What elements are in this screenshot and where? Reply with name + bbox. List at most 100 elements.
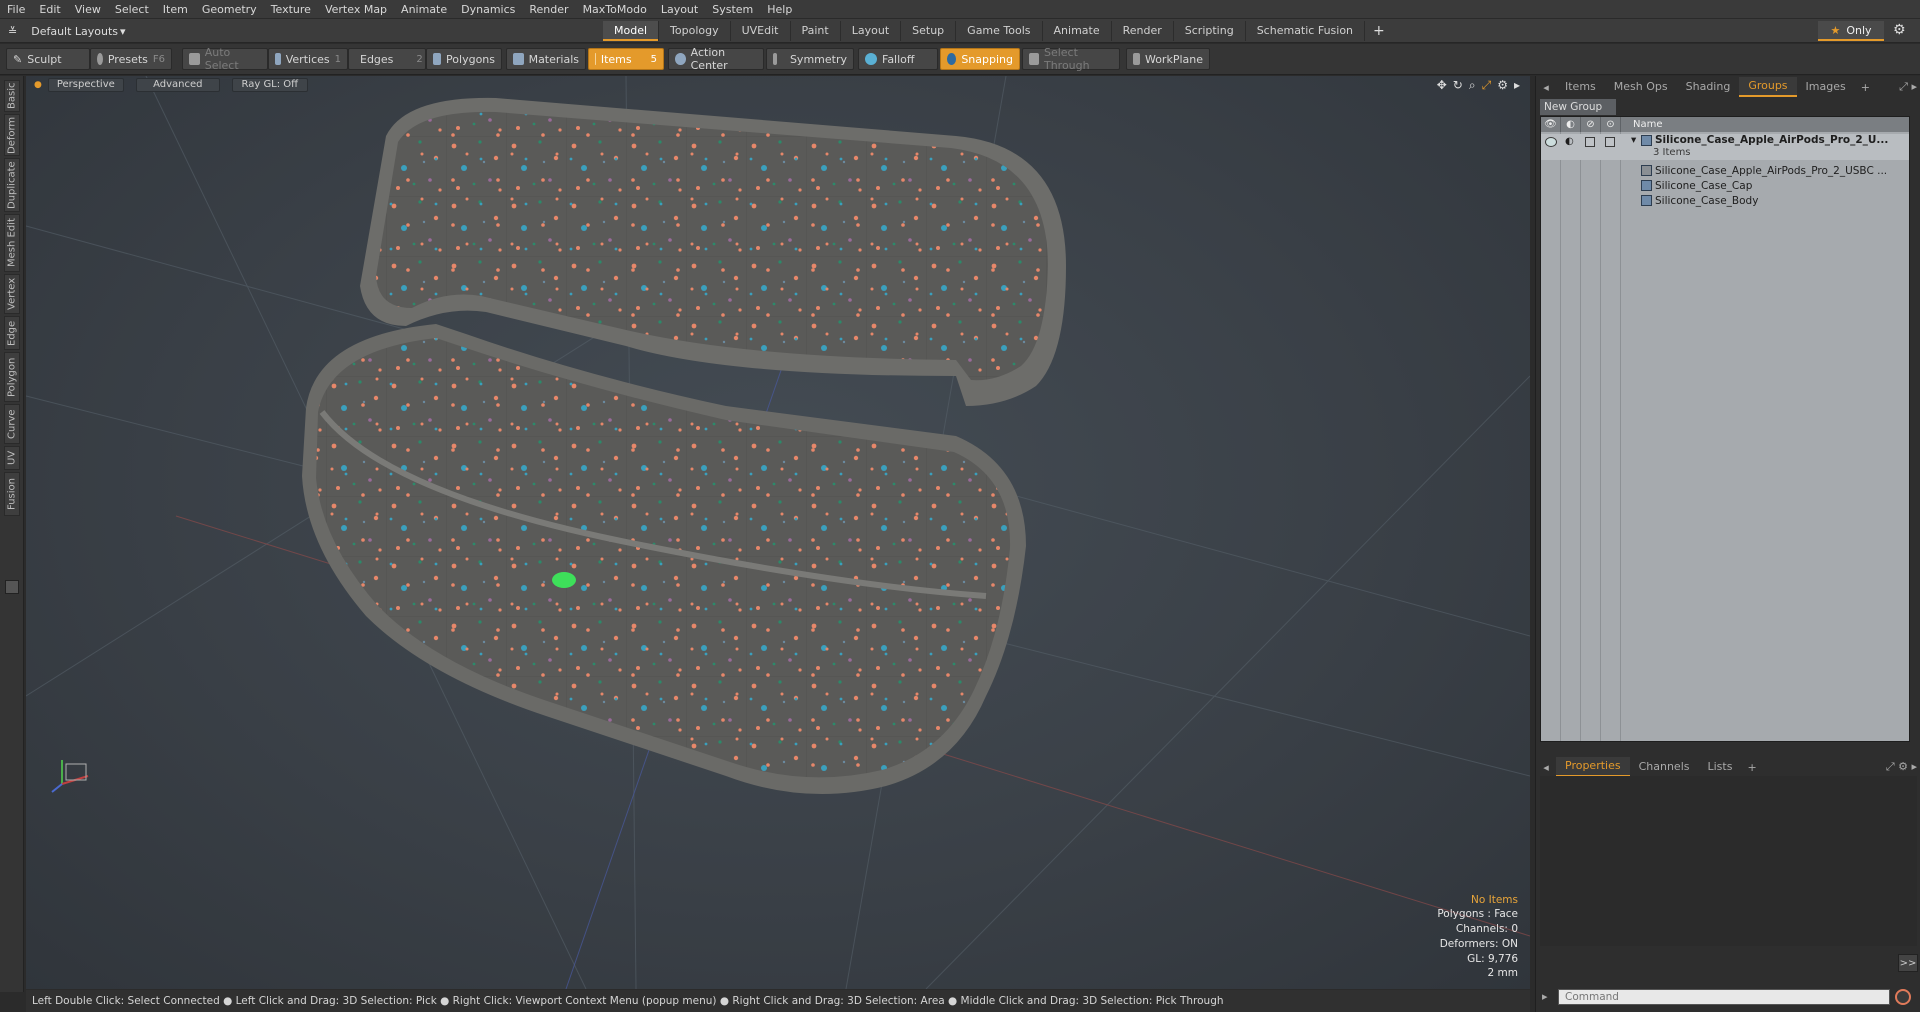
tab-properties[interactable]: Properties — [1556, 757, 1630, 777]
tab-mesh-ops[interactable]: Mesh Ops — [1605, 78, 1677, 96]
tab-groups[interactable]: Groups — [1739, 77, 1797, 97]
viewport-expand-icon[interactable]: ▸ — [1514, 78, 1520, 93]
tab-channels[interactable]: Channels — [1630, 758, 1699, 776]
move-view-icon[interactable]: ✥ — [1437, 78, 1447, 93]
add-properties-tab-icon[interactable]: + — [1741, 761, 1762, 774]
tab-fusion[interactable]: Fusion — [4, 472, 20, 516]
tab-game-tools[interactable]: Game Tools — [956, 21, 1043, 41]
properties-settings-icon[interactable]: ⤢ ⚙ ▸ — [1886, 760, 1920, 774]
tab-model[interactable]: Model — [603, 21, 660, 41]
group-item-count: 3 Items — [1653, 147, 1691, 158]
select-checkbox[interactable] — [1605, 137, 1615, 147]
items-button[interactable]: Items 5 — [588, 48, 664, 70]
fit-view-icon[interactable]: ⤢ — [1482, 78, 1492, 93]
tab-curve[interactable]: Curve — [4, 404, 20, 444]
status-bar: Left Double Click: Select Connected ● Le… — [26, 990, 1530, 1012]
tab-topology[interactable]: Topology — [659, 21, 731, 41]
command-run-button[interactable] — [1895, 989, 1911, 1005]
gear-icon[interactable]: ⚙ — [1893, 22, 1906, 38]
shading-advanced-button[interactable]: Advanced — [135, 78, 220, 92]
presets-button[interactable]: Presets F6 — [90, 48, 172, 70]
layouts-dropdown[interactable]: ≚ Default Layouts ▾ — [8, 22, 126, 40]
tree-row-group[interactable]: ◐ ▾ Silicone_Case_Apple_AirPods_Pro_2_U.… — [1541, 134, 1909, 160]
snapping-button[interactable]: Snapping — [940, 48, 1020, 70]
only-button[interactable]: ★ Only — [1818, 21, 1884, 41]
viewport-menu-dot[interactable]: ● — [34, 80, 42, 90]
tab-items[interactable]: Items — [1556, 78, 1605, 96]
panel-expand-icon[interactable]: ⤢ ▸ — [1899, 80, 1920, 94]
tab-deform[interactable]: Deform — [4, 114, 20, 156]
tab-basic[interactable]: Basic — [4, 80, 20, 112]
items-label: Items — [600, 52, 632, 66]
falloff-button[interactable]: Falloff — [858, 48, 938, 70]
tab-uvedit[interactable]: UVEdit — [731, 21, 791, 41]
tree-row-item[interactable]: Silicone_Case_Body — [1541, 193, 1909, 208]
tab-shading[interactable]: Shading — [1677, 78, 1740, 96]
action-center-button[interactable]: Action Center — [668, 46, 764, 72]
menu-file[interactable]: File — [0, 0, 32, 19]
auto-select-button[interactable]: Auto Select — [182, 46, 268, 72]
sculpt-button[interactable]: ✎ Sculpt — [6, 48, 90, 70]
tab-animate[interactable]: Animate — [1043, 21, 1112, 41]
menu-edit[interactable]: Edit — [32, 0, 67, 19]
menu-texture[interactable]: Texture — [264, 0, 318, 19]
tab-polygon[interactable]: Polygon — [4, 352, 20, 402]
expand-button[interactable]: >> — [1898, 954, 1918, 972]
tree-row-item[interactable]: Silicone_Case_Apple_AirPods_Pro_2_USBC .… — [1541, 163, 1909, 178]
menu-item[interactable]: Item — [156, 0, 195, 19]
properties-menu-icon[interactable]: ◂ — [1536, 761, 1556, 774]
menu-dynamics[interactable]: Dynamics — [454, 0, 522, 19]
group-expand-icon[interactable]: ▾ — [1631, 134, 1636, 146]
menu-geometry[interactable]: Geometry — [195, 0, 264, 19]
tab-lists[interactable]: Lists — [1699, 758, 1742, 776]
menu-help[interactable]: Help — [760, 0, 799, 19]
symmetry-button[interactable]: Symmetry — [766, 48, 854, 70]
panel-toggle-button[interactable] — [5, 580, 19, 594]
tree-row-item[interactable]: Silicone_Case_Cap — [1541, 178, 1909, 193]
add-panel-tab-icon[interactable]: + — [1855, 81, 1876, 94]
view-perspective-button[interactable]: Perspective — [47, 78, 124, 92]
edges-button[interactable]: Edges 2 — [348, 48, 426, 70]
tab-images[interactable]: Images — [1797, 78, 1855, 96]
tab-schematic-fusion[interactable]: Schematic Fusion — [1246, 21, 1366, 41]
tab-uv[interactable]: UV — [4, 446, 20, 470]
tab-setup[interactable]: Setup — [901, 21, 957, 41]
3d-viewport[interactable]: ● Perspective Advanced Ray GL: Off ✥ ↻ ⌕… — [26, 76, 1530, 989]
menu-animate[interactable]: Animate — [394, 0, 454, 19]
menu-maxtomodo[interactable]: MaxToModo — [576, 0, 654, 19]
visibility-eye-icon[interactable] — [1545, 137, 1557, 147]
vertices-button[interactable]: Vertices 1 — [268, 48, 348, 70]
symmetry-label: Symmetry — [789, 52, 847, 66]
tab-render[interactable]: Render — [1112, 21, 1174, 41]
new-group-button[interactable]: New Group — [1540, 99, 1616, 115]
select-through-button[interactable]: Select Through — [1022, 46, 1120, 72]
workplane-button[interactable]: WorkPlane — [1126, 48, 1210, 70]
properties-tabs: ◂ Properties Channels Lists + ⤢ ⚙ ▸ — [1536, 757, 1920, 777]
command-input[interactable]: Command — [1558, 989, 1890, 1005]
materials-button[interactable]: Materials — [506, 48, 586, 70]
menu-vertex-map[interactable]: Vertex Map — [318, 0, 394, 19]
tab-mesh-edit[interactable]: Mesh Edit — [4, 214, 20, 272]
menu-layout[interactable]: Layout — [654, 0, 705, 19]
tab-vertex[interactable]: Vertex — [4, 274, 20, 314]
menu-select[interactable]: Select — [108, 0, 156, 19]
tab-duplicate[interactable]: Duplicate — [4, 158, 20, 212]
menu-system[interactable]: System — [705, 0, 760, 19]
tab-paint[interactable]: Paint — [791, 21, 841, 41]
menu-render[interactable]: Render — [522, 0, 575, 19]
panel-menu-icon[interactable]: ◂ — [1536, 81, 1556, 94]
viewport-settings-icon[interactable]: ⚙ — [1497, 78, 1508, 93]
left-tool-tabs: Basic Deform Duplicate Mesh Edit Vertex … — [0, 76, 24, 992]
polygons-button[interactable]: Polygons — [426, 48, 502, 70]
tab-scripting[interactable]: Scripting — [1174, 21, 1246, 41]
lock-checkbox[interactable] — [1585, 137, 1595, 147]
groups-tree-header: 👁 ◐ ⊘ ⊙ Name — [1541, 117, 1909, 132]
render-toggle-icon[interactable]: ◐ — [1565, 136, 1574, 147]
add-tab-icon[interactable]: + — [1365, 21, 1393, 41]
zoom-view-icon[interactable]: ⌕ — [1469, 78, 1476, 93]
raygl-button[interactable]: Ray GL: Off — [231, 78, 308, 92]
menu-view[interactable]: View — [68, 0, 108, 19]
tab-edge[interactable]: Edge — [4, 316, 20, 350]
tab-layout[interactable]: Layout — [841, 21, 902, 41]
rotate-view-icon[interactable]: ↻ — [1453, 78, 1463, 93]
